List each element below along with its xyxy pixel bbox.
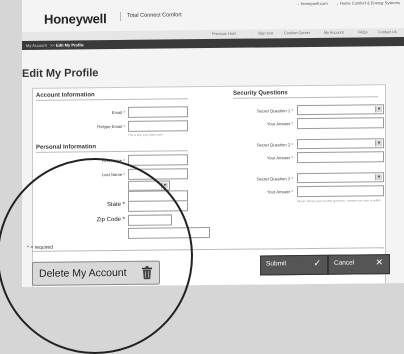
answer-2-field[interactable] bbox=[297, 151, 384, 164]
honeywell-logo[interactable]: Honeywell bbox=[44, 11, 107, 27]
delete-account-button[interactable]: Delete My Account bbox=[32, 260, 160, 286]
security-questions-heading: Security Questions bbox=[233, 89, 378, 99]
zip-code-label: Zip Code * bbox=[96, 216, 125, 224]
first-name-label: First Name * bbox=[101, 157, 125, 164]
retype-email-field[interactable] bbox=[128, 120, 188, 132]
first-name-field[interactable] bbox=[128, 154, 188, 166]
email-note: This is also your login email bbox=[128, 132, 163, 137]
last-name-label: Last Name * bbox=[101, 171, 125, 178]
product-name: Total Connect Comfort bbox=[120, 11, 182, 21]
delete-account-label: Delete My Account bbox=[39, 266, 127, 280]
nav-previous-host[interactable]: Previous Host bbox=[212, 32, 236, 36]
answer-1-field[interactable] bbox=[297, 117, 384, 130]
trash-icon bbox=[142, 266, 152, 280]
link-home-comfort[interactable]: → Home Comfort & Energy Systems bbox=[335, 0, 400, 6]
nav-contact-us[interactable]: Contact Us bbox=[378, 30, 397, 34]
chevron-down-icon: ▾ bbox=[375, 174, 382, 181]
chevron-down-icon: ▾ bbox=[375, 140, 382, 147]
chevron-down-icon: ▾ bbox=[375, 106, 382, 113]
answer-2-label: Your Answer * bbox=[266, 155, 293, 161]
browser-page: → Honeywell.com → Home Comfort & Energy … bbox=[22, 0, 404, 287]
secret-question-3-label: Secret Question 3 * bbox=[256, 176, 293, 182]
breadcrumb-current: Edit My Profile bbox=[56, 42, 84, 48]
check-icon: ✓ bbox=[313, 257, 321, 268]
breadcrumb-separator: >> bbox=[50, 42, 55, 48]
close-icon: ✕ bbox=[375, 257, 383, 268]
page-title: Edit My Profile bbox=[22, 67, 99, 80]
cancel-label: Cancel bbox=[334, 259, 355, 267]
email-label: Email * bbox=[111, 109, 125, 116]
zip-code-field[interactable] bbox=[128, 214, 172, 226]
nav-comfort-center[interactable]: Comfort Center bbox=[284, 31, 310, 35]
breadcrumb-my-account[interactable]: My Account bbox=[26, 43, 47, 48]
nav-sign-out[interactable]: Sign Out bbox=[258, 31, 273, 35]
account-info-heading: Account Information bbox=[36, 91, 188, 101]
link-honeywell-com[interactable]: → Honeywell.com bbox=[296, 1, 328, 6]
submit-button[interactable]: Submit ✓ bbox=[260, 254, 328, 276]
secret-question-1-label: Secret Question 1 * bbox=[256, 108, 293, 114]
submit-label: Submit bbox=[266, 260, 287, 268]
nav-my-account[interactable]: My Account bbox=[324, 31, 344, 35]
secret-question-1-select[interactable]: ▾ bbox=[297, 104, 384, 116]
security-note: Please choose your security questions - … bbox=[297, 198, 381, 204]
phone-field[interactable] bbox=[128, 227, 210, 239]
secret-question-2-select[interactable]: ▾ bbox=[297, 138, 384, 150]
retype-email-label: Retype Email * bbox=[97, 123, 125, 130]
email-field[interactable] bbox=[128, 106, 188, 118]
salutation-select[interactable]: ▾ bbox=[128, 180, 170, 191]
top-links: → Honeywell.com → Home Comfort & Energy … bbox=[290, 0, 401, 6]
answer-3-field[interactable] bbox=[297, 185, 384, 198]
last-name-field[interactable] bbox=[128, 168, 188, 180]
cancel-button[interactable]: Cancel ✕ bbox=[328, 254, 390, 275]
personal-info-heading: Personal Information bbox=[36, 143, 188, 153]
secret-question-2-label: Secret Question 2 * bbox=[256, 142, 293, 148]
state-field[interactable] bbox=[128, 200, 188, 212]
chevron-down-icon: ▾ bbox=[161, 182, 168, 189]
answer-1-label: Your Answer * bbox=[266, 121, 293, 127]
nav-faqs[interactable]: FAQs bbox=[358, 30, 368, 34]
answer-3-label: Your Answer * bbox=[266, 189, 293, 195]
secret-question-3-select[interactable]: ▾ bbox=[297, 172, 384, 184]
state-label: State * bbox=[106, 201, 125, 209]
